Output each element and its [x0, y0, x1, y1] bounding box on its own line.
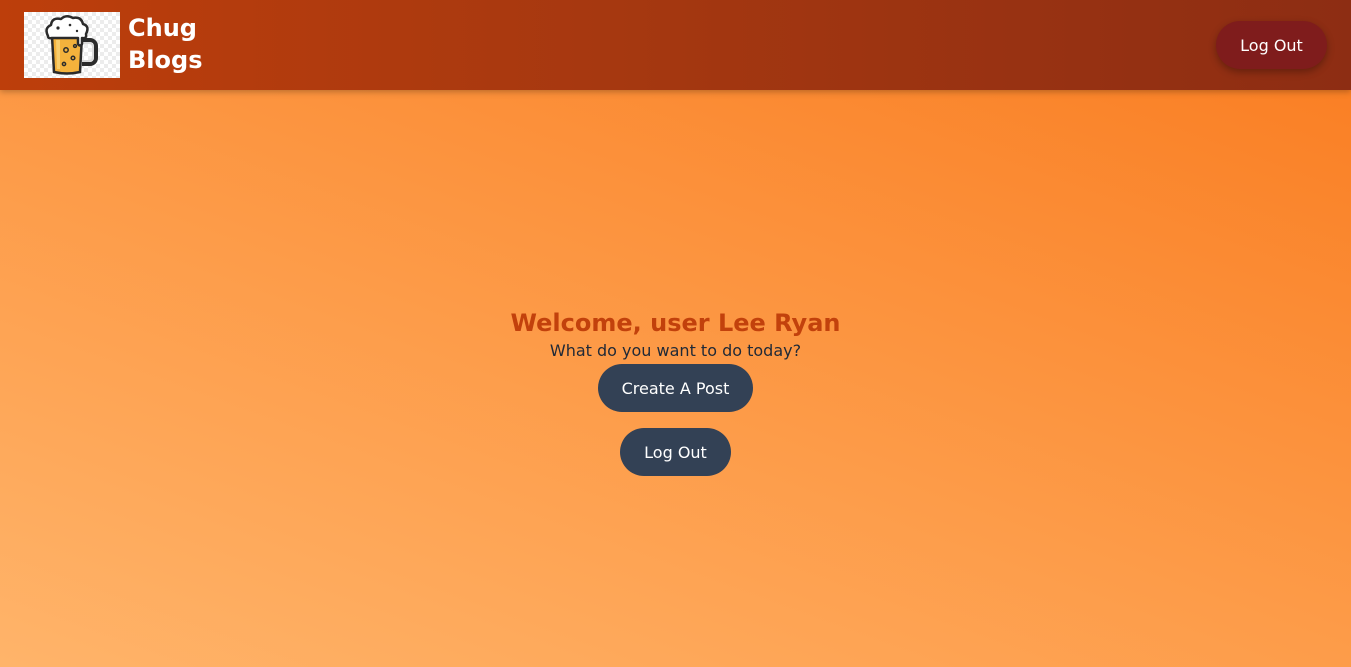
brand-line-2: Blogs	[128, 46, 203, 74]
site-title[interactable]: Chug Blogs	[128, 12, 202, 76]
welcome-section: Welcome, user Lee Ryan What do you want …	[0, 306, 1351, 362]
top-navbar: Chug Blogs Log Out	[0, 0, 1351, 90]
welcome-heading: Welcome, user Lee Ryan	[510, 309, 841, 337]
header-logout-button[interactable]: Log Out	[1216, 21, 1327, 69]
create-post-button[interactable]: Create A Post	[598, 364, 753, 412]
beer-mug-icon	[45, 15, 98, 75]
welcome-subtitle: What do you want to do today?	[549, 341, 802, 360]
brand-line-1: Chug	[128, 14, 197, 42]
logout-button[interactable]: Log Out	[620, 428, 731, 476]
site-logo[interactable]	[24, 12, 120, 78]
